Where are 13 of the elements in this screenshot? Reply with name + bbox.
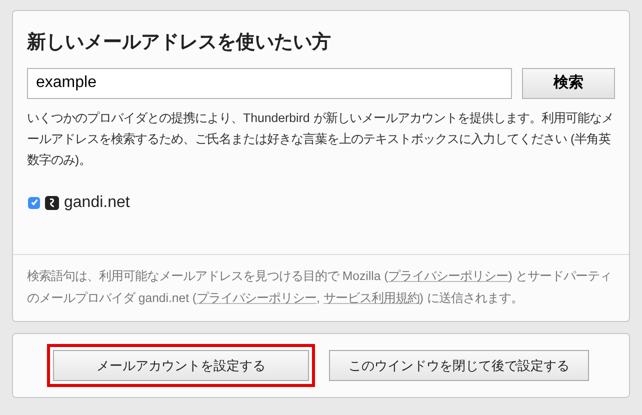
description-text: いくつかのプロバイダとの提携により、Thunderbird が新しいメールアカウントを提供します。利用可能なメールアドレスを検索するため、ご氏名または好きな言葉を上のテキストボックスに入力してください (半角英数字のみ)。 xyxy=(27,110,614,169)
privacy-link[interactable]: プライバシーポリシー xyxy=(388,269,508,283)
search-button[interactable]: 検索 xyxy=(522,68,615,98)
setup-button[interactable]: メールアカウントを設定する xyxy=(53,350,309,381)
provider-logo-icon xyxy=(45,196,59,210)
privacy-link[interactable]: プライバシーポリシー xyxy=(196,291,317,305)
checkbox[interactable] xyxy=(28,196,40,208)
close-button[interactable]: このウインドウを閉じて後で設定する xyxy=(329,350,589,381)
provider-name: gandi.net xyxy=(64,192,130,212)
privacy-link[interactable]: サービス利用規約 xyxy=(323,291,420,305)
section-title: 新しいメールアドレスを使いたい方 xyxy=(27,30,332,55)
search-field[interactable]: example xyxy=(27,68,512,98)
privacy-notice: 検索語句は、利用可能なメールアドレスを見つける目的で Mozilla (プライバシーポリシー) とサードパーティのメールプロバイダ gandi.net (プライバシーポリシー, サービス利用規約) に送信されます。 xyxy=(13,254,629,321)
